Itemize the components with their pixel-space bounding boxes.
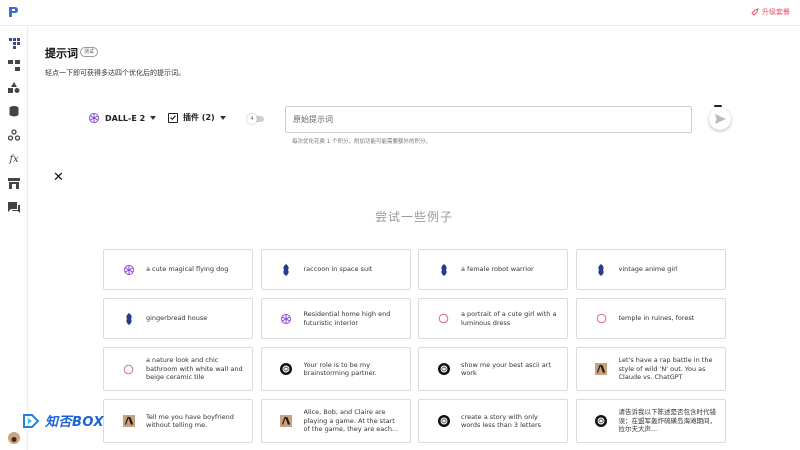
mj-boat-icon <box>437 263 450 276</box>
database-icon[interactable] <box>7 104 21 118</box>
example-card[interactable]: temple in ruines, forest <box>575 298 726 339</box>
chatgpt-icon <box>437 363 450 376</box>
credit-hint: 每次优化花费 1 个积分，附加功能可能需要额外的积分。 <box>292 139 431 145</box>
mj-boat-icon <box>280 263 293 276</box>
anthropic-icon <box>122 415 135 428</box>
example-text: show me your best ascii art work <box>461 360 551 378</box>
prompt-input[interactable] <box>285 106 692 133</box>
examples-grid: a cute magical flying dog raccoon in spa… <box>103 249 726 443</box>
prompt-icon[interactable] <box>7 36 21 50</box>
example-text: raccoon in space suit <box>303 265 373 274</box>
store-icon[interactable] <box>7 176 21 190</box>
example-card[interactable]: Let's have a rap battle in the style of … <box>575 347 726 391</box>
plugins-select[interactable]: 插件 (2) <box>168 112 226 123</box>
example-card[interactable]: a female robot warrior <box>418 249 568 290</box>
circle-icon <box>437 312 450 325</box>
mj-boat-icon <box>122 312 135 325</box>
chevron-down-icon <box>219 115 226 120</box>
example-card[interactable]: a cute magical flying dog <box>103 249 253 290</box>
example-card[interactable]: 请告诉我以下陈述是否包含时代错误：在盟军轰炸硫磺岛海滩期间，拉尔夫大声... <box>575 399 726 443</box>
plugins-label: 插件 (2) <box>183 113 215 122</box>
openai-icon <box>89 113 99 123</box>
chatgpt-icon <box>437 415 450 428</box>
send-button[interactable] <box>709 108 731 130</box>
example-text: temple in ruines, forest <box>618 314 695 323</box>
example-card[interactable]: raccoon in space suit <box>260 249 411 290</box>
example-text: Residential home high end futuristic int… <box>303 310 391 327</box>
watermark: 知否BOX <box>22 411 104 430</box>
model-label: DALL-E 2 <box>105 113 146 123</box>
example-card[interactable]: a nature look and chic bathroom with whi… <box>103 347 253 391</box>
example-card[interactable]: create a story with only words less than… <box>418 399 568 443</box>
example-text: 请告诉我以下陈述是否包含时代错误：在盟军轰炸硫磺岛海滩期间，拉尔夫大声... <box>618 408 717 434</box>
top-bar: 升级套餐 <box>0 0 800 26</box>
close-button[interactable]: ✕ <box>53 171 64 185</box>
example-card[interactable]: Your role is to be my brainstorming part… <box>260 347 411 391</box>
example-card[interactable]: Residential home high end futuristic int… <box>260 298 411 339</box>
examples-heading: 尝试一些例子 <box>374 210 453 224</box>
webhook-icon[interactable] <box>7 128 21 142</box>
sidebar: fx <box>0 26 28 450</box>
example-card[interactable]: a portrait of a cute girl with a luminou… <box>418 298 568 339</box>
toggle-knob: 4 <box>247 114 257 124</box>
watermark-logo-icon <box>23 413 40 428</box>
chevron-down-icon <box>150 116 157 120</box>
page-subtitle: 轻点一下即可获得多达四个优化后的提示词。 <box>45 69 185 77</box>
send-icon <box>714 114 726 124</box>
example-card[interactable]: vintage anime girl <box>575 249 726 290</box>
example-text: a nature look and chic bathroom with whi… <box>146 356 243 382</box>
example-text: create a story with only words less than… <box>461 412 542 430</box>
example-text: vintage anime girl <box>618 265 678 274</box>
circle-icon <box>122 363 135 376</box>
example-text: Alice, Bob, and Claire are playing a gam… <box>303 408 399 434</box>
example-text: a cute magical flying dog <box>146 265 229 274</box>
example-text: Tell me you have boyfriend without telli… <box>146 412 234 430</box>
example-text: Let's have a rap battle in the style of … <box>618 356 713 382</box>
example-card[interactable]: show me your best ascii art work <box>418 347 568 391</box>
upgrade-link[interactable]: 升级套餐 <box>751 7 790 17</box>
mj-boat-icon <box>595 263 608 276</box>
rocket-icon <box>751 8 759 16</box>
example-card[interactable]: Tell me you have boyfriend without telli… <box>103 399 253 443</box>
function-icon[interactable]: fx <box>7 152 21 166</box>
example-card[interactable]: gingerbread house <box>103 298 253 339</box>
page-title: 提示词 <box>45 47 78 60</box>
check-icon <box>170 115 176 120</box>
example-text: Your role is to be my brainstorming part… <box>303 360 377 378</box>
anthropic-icon <box>280 415 293 428</box>
example-text: a female robot warrior <box>461 265 534 274</box>
anthropic-icon <box>595 363 608 376</box>
flow-icon[interactable] <box>7 58 21 72</box>
upgrade-label: 升级套餐 <box>762 8 790 16</box>
openai-icon <box>122 263 135 276</box>
openai-icon <box>280 312 293 325</box>
app-logo-icon[interactable] <box>7 6 19 18</box>
plugins-checkbox[interactable] <box>168 112 178 123</box>
user-avatar[interactable] <box>8 432 20 444</box>
send-indicator <box>714 105 722 107</box>
beta-badge: 测试 <box>80 47 99 57</box>
variants-toggle[interactable]: 4 <box>247 114 264 124</box>
circle-icon <box>595 312 608 325</box>
example-text: gingerbread house <box>146 314 208 323</box>
watermark-text: 知否BOX <box>45 415 105 430</box>
chatgpt-icon <box>280 363 293 376</box>
chatgpt-icon <box>595 415 608 428</box>
example-card[interactable]: Alice, Bob, and Claire are playing a gam… <box>260 399 411 443</box>
example-text: a portrait of a cute girl with a luminou… <box>461 310 557 327</box>
model-select[interactable]: DALL-E 2 <box>88 112 157 124</box>
shapes-icon[interactable] <box>7 80 21 94</box>
